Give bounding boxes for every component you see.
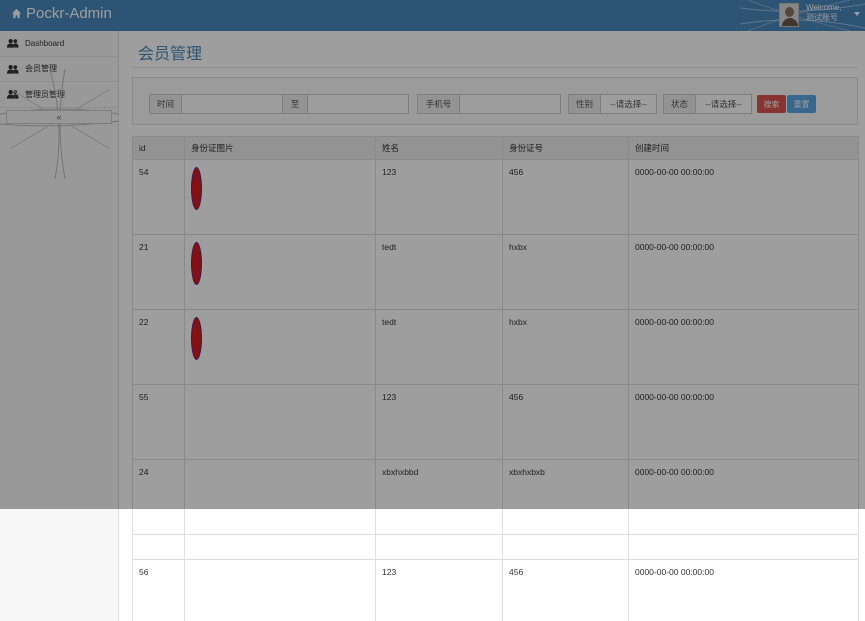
cell-created-time: 0000-00-00 00:00:00 bbox=[628, 559, 859, 621]
cell-id-number: 456 bbox=[502, 559, 629, 621]
table-row[interactable] bbox=[132, 534, 859, 560]
cell-name bbox=[375, 534, 503, 560]
cell-name: 123 bbox=[375, 559, 503, 621]
cell-id-image bbox=[184, 534, 376, 560]
cell-id: 56 bbox=[132, 559, 185, 621]
cell-id bbox=[132, 534, 185, 560]
cell-created-time bbox=[628, 534, 859, 560]
cell-id-image bbox=[184, 559, 376, 621]
cell-id-number bbox=[502, 534, 629, 560]
modal-backdrop[interactable] bbox=[0, 0, 865, 509]
table-row[interactable]: 56 123 456 0000-00-00 00:00:00 bbox=[132, 559, 859, 621]
